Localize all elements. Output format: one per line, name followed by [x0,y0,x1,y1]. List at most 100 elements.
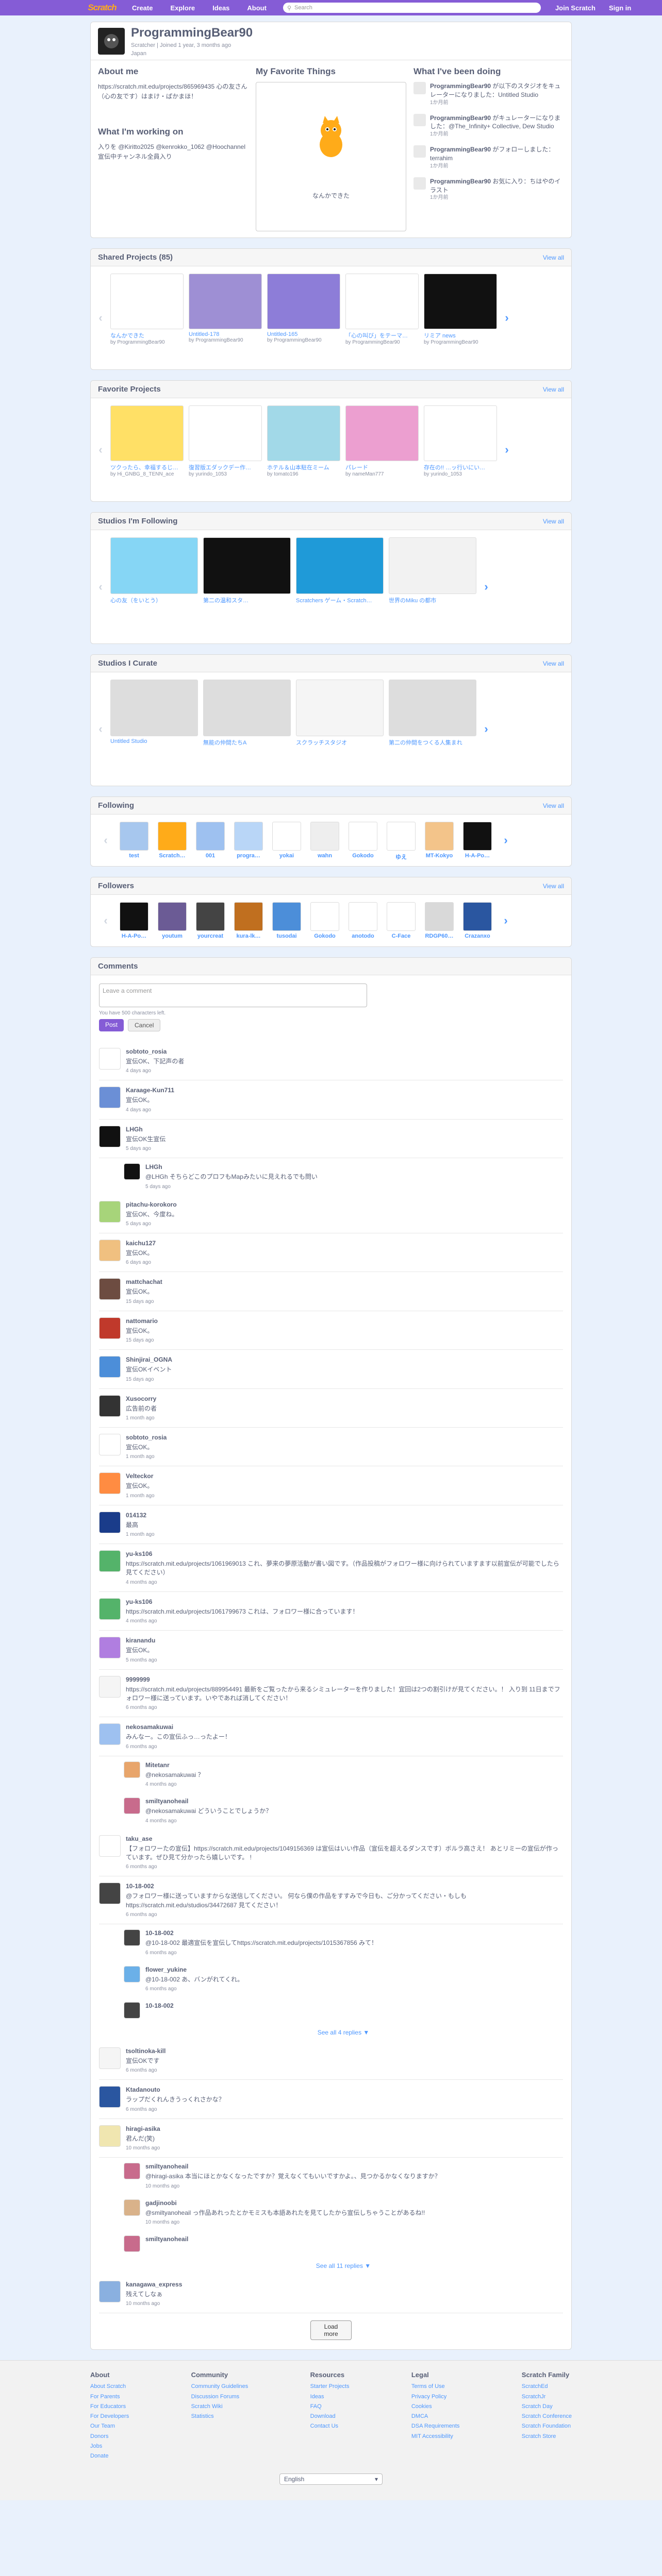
user-avatar[interactable] [120,902,148,931]
user-name[interactable]: Gokodo [310,933,339,939]
comment-avatar[interactable] [99,1395,121,1417]
comment-avatar[interactable] [99,2047,121,2069]
user-card[interactable]: Scratch… [158,822,187,859]
user-name[interactable]: ゆえ [387,853,416,861]
search-input[interactable]: ⚲ Search [283,3,541,13]
join-scratch-link[interactable]: Join Scratch [550,0,601,15]
project-author[interactable]: by ProgrammingBear90 [110,340,184,345]
project-title[interactable]: Untitled-178 [189,331,262,337]
user-card[interactable]: RDGP60… [425,902,454,939]
comment-avatar[interactable] [99,1356,121,1378]
project-card[interactable]: 復習版エダックデー作… by yurindo_1053 [189,405,262,477]
nav-create[interactable]: Create [125,0,160,15]
studio-card[interactable]: 無能の仲間たちA [203,680,291,747]
user-name[interactable]: RDGP60… [425,933,454,939]
user-avatar[interactable] [234,902,263,931]
footer-link[interactable]: Scratch Wiki [191,2402,249,2412]
studio-card[interactable]: 第二の温和スタ… [203,537,291,604]
user-name[interactable]: kura-lk… [234,933,263,939]
comment-author[interactable]: mattchachat [126,1278,162,1285]
footer-link[interactable]: Jobs [90,2442,129,2451]
featured-project[interactable]: なんかできた [256,82,406,231]
studio-card[interactable]: Untitled Studio [110,680,198,744]
sign-in-link[interactable]: Sign in [604,0,636,15]
user-card[interactable]: Crazanxo [463,902,492,939]
user-avatar[interactable] [349,902,377,931]
studio-title[interactable]: 世界のMiku の都市 [389,596,476,604]
post-button[interactable]: Post [99,1019,124,1031]
view-all-link[interactable]: View all [543,254,564,261]
project-title[interactable]: ホテル＆山本駐在ミーム [267,463,340,471]
project-card[interactable]: パレード by nameMan777 [345,405,419,477]
comment-avatar[interactable] [99,1087,121,1109]
comment-author[interactable]: Shinjirai_OGNA [126,1356,172,1363]
comment-author[interactable]: 9999999 [126,1676,563,1683]
project-thumbnail[interactable] [345,405,419,461]
comment-avatar[interactable] [99,2086,121,2108]
comment-avatar[interactable] [99,2280,121,2302]
project-author[interactable]: by yurindo_1053 [189,471,262,477]
view-all-link[interactable]: View all [543,883,564,890]
project-thumbnail[interactable] [345,274,419,329]
comment-avatar[interactable] [124,1798,140,1815]
comment-author[interactable]: yu-ks106 [126,1550,563,1557]
footer-link[interactable]: Community Guidelines [191,2382,249,2392]
comment-author[interactable]: 10-18-002 [126,1883,563,1890]
right-arrow-icon[interactable]: › [502,302,511,333]
project-thumbnail[interactable] [189,274,262,329]
comment-avatar[interactable] [124,2235,140,2252]
project-thumbnail[interactable] [424,274,497,329]
comment-author[interactable]: LHGh [145,1163,318,1171]
user-card[interactable]: yourcreat [196,902,225,939]
comment-avatar[interactable] [99,1317,121,1339]
project-thumbnail[interactable] [267,274,340,329]
project-author[interactable]: by tomato196 [267,471,340,477]
comment-author[interactable]: pitachu-korokoro [126,1201,178,1208]
project-title[interactable]: 復習版エダックデー作… [189,463,262,471]
left-arrow-icon[interactable]: ‹ [96,571,105,602]
project-author[interactable]: by Hi_GNBG_8_TENN_ace [110,471,184,477]
project-title[interactable]: 存在の!! …ッ行いにい… [424,463,497,471]
user-avatar[interactable] [272,822,301,851]
user-card[interactable]: yokai [272,822,301,859]
project-title[interactable]: Untitled-165 [267,331,340,337]
footer-link[interactable]: Scratch Day [522,2402,572,2412]
user-name[interactable]: progra… [234,853,263,859]
footer-link[interactable]: ScratchEd [522,2382,572,2392]
footer-link[interactable]: Download [310,2412,350,2421]
project-author[interactable]: by ProgrammingBear90 [424,340,497,345]
comment-author[interactable]: nattomario [126,1317,158,1325]
comment-author[interactable]: Velteckor [126,1472,155,1480]
user-name[interactable]: H-A-Po… [463,853,492,859]
studio-title[interactable]: 第二の仲間をつくる人集まれ [389,738,476,747]
language-select[interactable]: English ▾ [279,2473,383,2485]
studio-thumbnail[interactable] [296,537,384,594]
comment-avatar[interactable] [124,1761,140,1778]
studio-card[interactable]: スクラッチスタジオ [296,680,384,747]
user-name[interactable]: yokai [272,853,301,859]
user-avatar[interactable] [272,902,301,931]
user-name[interactable]: Gokodo [349,853,377,859]
comment-avatar[interactable] [99,1675,121,1698]
studio-card[interactable]: 世界のMiku の都市 [389,537,476,604]
activity-user[interactable]: ProgrammingBear90 [430,178,491,185]
user-name[interactable]: Scratch… [158,853,187,859]
comment-avatar[interactable] [99,1048,121,1070]
user-avatar[interactable] [463,902,492,931]
footer-link[interactable]: For Educators [90,2402,129,2412]
footer-link[interactable]: MIT Accessibility [411,2432,460,2442]
footer-link[interactable]: DSA Requirements [411,2421,460,2431]
comment-author[interactable]: smiltyanoheail [145,2163,441,2170]
user-avatar[interactable] [196,902,225,931]
project-title[interactable]: 「心の叫び」をテーマ… [345,331,419,340]
studio-thumbnail[interactable] [110,537,198,594]
footer-link[interactable]: DMCA [411,2412,460,2421]
comment-author[interactable]: sobtoto_rosia [126,1434,167,1441]
footer-link[interactable]: Statistics [191,2412,249,2421]
comment-avatar[interactable] [99,1433,121,1455]
footer-link[interactable]: Discussion Forums [191,2392,249,2402]
project-title[interactable]: ツクったら、幸福するじ… [110,463,184,471]
see-more-replies-link[interactable]: See all 4 replies ▼ [124,2029,563,2036]
footer-link[interactable]: Ideas [310,2392,350,2402]
comment-avatar[interactable] [99,1723,121,1745]
